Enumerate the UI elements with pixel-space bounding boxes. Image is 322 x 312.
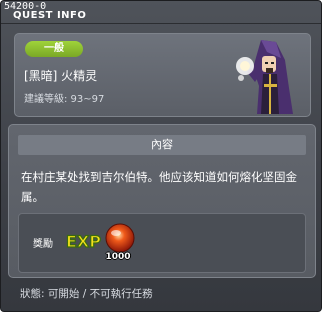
window-title: QUEST INFO	[13, 10, 87, 21]
quest-content-panel: 內容 在村庄某处找到吉尔伯特。他应该知道如何熔化坚固金属。 獎勵 EXP 100…	[8, 124, 316, 278]
content-section-title: 內容	[18, 135, 306, 155]
quest-header-panel: 一般 [黑暗] 火精灵 建議等級: 93~97	[14, 33, 311, 117]
exp-icon: EXP	[65, 231, 101, 251]
quest-info-window: 54200-0 QUEST INFO 一般 [黑暗] 火精灵 建議等級: 93~…	[0, 0, 322, 312]
reward-label: 獎勵	[33, 239, 53, 250]
quest-status: 狀態: 可開始 / 不可執行任務	[20, 288, 153, 300]
category-badge: 一般	[25, 41, 83, 57]
quest-level: 建議等級: 93~97	[24, 94, 105, 105]
svg-text:EXP: EXP	[66, 232, 101, 251]
npc-portrait-icon	[236, 40, 293, 114]
reward-box: 獎勵 EXP 1000	[18, 213, 306, 273]
quest-description: 在村庄某处找到吉尔伯特。他应该知道如何熔化坚固金属。	[21, 170, 297, 204]
quest-name: [黑暗] 火精灵	[24, 69, 98, 83]
exp-amount: 1000	[105, 252, 131, 262]
title-divider	[1, 23, 321, 24]
